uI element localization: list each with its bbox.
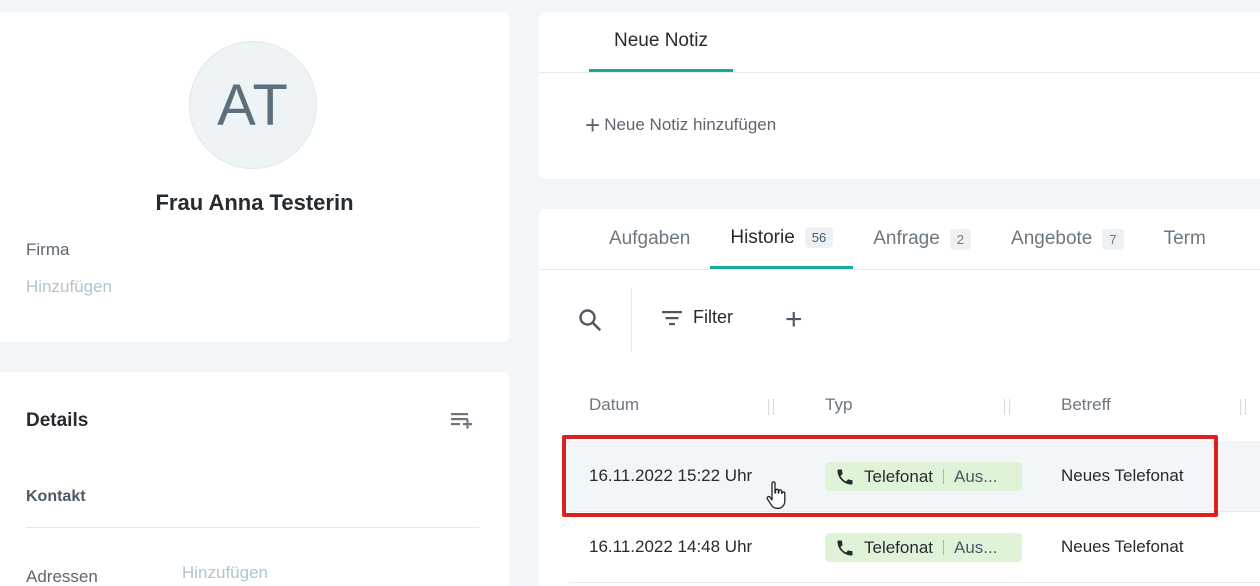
divider: [569, 582, 1260, 583]
filter-icon: [662, 310, 682, 325]
note-card: Neue Notiz + Neue Notiz hinzufügen: [539, 12, 1260, 179]
tab-historie[interactable]: Historie 56: [710, 209, 854, 269]
count-badge: 56: [804, 227, 834, 248]
divider: [26, 527, 479, 528]
add-note-button[interactable]: + Neue Notiz hinzufügen: [585, 112, 776, 138]
tab-label: Term: [1163, 228, 1206, 249]
row-subject: Neues Telefonat: [1061, 537, 1184, 556]
filter-label: Filter: [693, 307, 733, 327]
kontakt-section-title: Kontakt: [26, 488, 86, 505]
adressen-label: Adressen: [26, 567, 98, 586]
contact-name: Frau Anna Testerin: [155, 190, 354, 215]
divider: [539, 269, 1260, 270]
count-badge: 7: [1102, 228, 1124, 250]
phone-icon: [837, 540, 853, 555]
add-note-label: Neue Notiz hinzufügen: [604, 115, 777, 134]
details-card: Details Kontakt Adressen Hinzufügen: [0, 372, 509, 586]
tab-label: Angebote: [1011, 228, 1093, 249]
highlight-box: [562, 435, 1218, 517]
tab-label: Historie: [730, 226, 795, 248]
profile-card: AT Frau Anna Testerin Firma Hinzufügen: [0, 12, 509, 342]
column-resize-handle[interactable]: [768, 399, 774, 415]
adressen-add-link[interactable]: Hinzufügen: [182, 563, 268, 583]
tab-aufgaben[interactable]: Aufgaben: [589, 209, 710, 269]
search-icon[interactable]: [577, 307, 603, 333]
divider: [539, 72, 1260, 73]
column-header-typ[interactable]: Typ: [825, 395, 852, 415]
add-entry-button[interactable]: +: [785, 305, 803, 335]
count-badge: 2: [949, 228, 972, 250]
history-tabs: Aufgaben Historie 56 Anfrage 2 Angebote …: [589, 209, 1226, 269]
tab-neue-notiz[interactable]: Neue Notiz: [589, 12, 733, 72]
add-list-icon[interactable]: [448, 408, 474, 434]
plus-icon: +: [585, 110, 601, 140]
tab-angebote[interactable]: Angebote 7: [991, 209, 1144, 269]
column-resize-handle[interactable]: [1004, 399, 1010, 415]
tab-termine[interactable]: Term: [1144, 209, 1226, 269]
avatar: AT: [189, 41, 317, 169]
chip-separator: [943, 540, 944, 555]
tab-label: Anfrage: [873, 228, 940, 249]
details-title: Details: [26, 410, 89, 431]
column-header-datum[interactable]: Datum: [589, 395, 639, 415]
hand-cursor-icon: [766, 481, 786, 511]
type-label: Telefonat: [864, 537, 933, 557]
table-row[interactable]: 16.11.2022 14:48 Uhr Telefonat Aus... Ne…: [563, 512, 1260, 582]
history-card: Aufgaben Historie 56 Anfrage 2 Angebote …: [539, 209, 1260, 586]
type-chip: Telefonat Aus...: [825, 533, 1022, 562]
history-toolbar: Filter +: [539, 289, 1260, 351]
column-resize-handle[interactable]: [1240, 399, 1246, 415]
firma-add-link[interactable]: Hinzufügen: [26, 277, 112, 297]
tab-anfrage[interactable]: Anfrage 2: [853, 209, 991, 269]
status-label: Aus...: [954, 537, 998, 557]
firma-label: Firma: [26, 240, 70, 259]
toolbar-separator: [631, 289, 632, 351]
row-date: 16.11.2022 14:48 Uhr: [589, 537, 753, 556]
tab-label: Aufgaben: [609, 228, 691, 249]
column-header-betreff[interactable]: Betreff: [1061, 395, 1111, 415]
filter-button[interactable]: Filter: [661, 307, 733, 328]
